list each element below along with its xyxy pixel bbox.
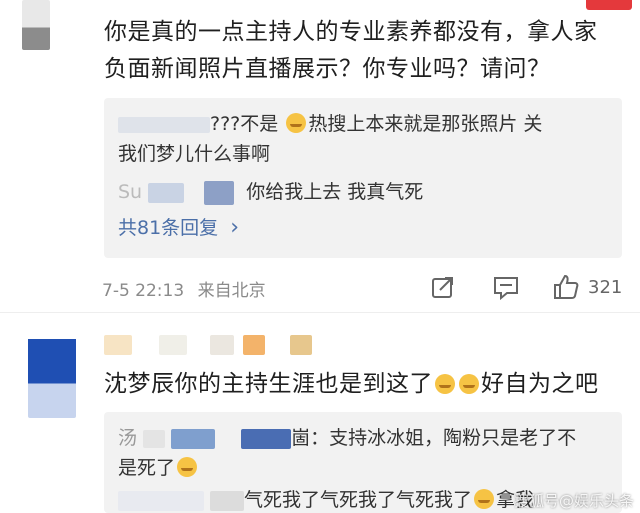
reply-1-continued: 是死了	[118, 454, 199, 482]
watermark: 搜狐号@娱乐头条	[513, 492, 634, 510]
reply-2[interactable]: 气死我了气死我了气死我了 拿我	[118, 486, 534, 513]
comment-text-line-1: 你是真的一点主持人的专业素养都没有，拿人家	[104, 19, 598, 45]
like-button[interactable]: 321	[552, 273, 622, 301]
divider	[0, 312, 640, 313]
blurred-username	[148, 182, 185, 203]
reply-1[interactable]: ???不是 热搜上本来就是那张照片 关	[118, 110, 542, 138]
comment-icon	[494, 277, 518, 300]
share-icon	[432, 277, 453, 298]
emoji-icon	[286, 113, 307, 133]
laugh-cry-emoji-icon	[177, 457, 198, 477]
blurred-username	[210, 490, 245, 511]
comment-text: 你是真的一点主持人的专业素养都没有，拿人家 负面新闻照片直播展示？你专业吗？请问…	[104, 14, 634, 88]
blurred-username	[118, 490, 204, 511]
comment-date: 7-5 22:13	[102, 281, 185, 301]
grin-emoji-icon	[459, 374, 479, 394]
comment-meta: 7-5 22:13 来自北京	[102, 276, 266, 301]
comment-2: 沈梦辰你的主持生涯也是到这了 好自为之吧 汤 崮：支持冰冰姐，陶粉只是老了不 是死…	[0, 320, 640, 513]
reply-2[interactable]: Su 你给我上去 我真气死	[118, 178, 423, 206]
chevron-right-icon: ›	[230, 215, 240, 240]
avatar[interactable]	[28, 332, 76, 418]
blurred-username	[143, 429, 166, 448]
comment-text-line-2: 负面新闻照片直播展示？你专业吗？请问？	[104, 56, 551, 82]
avatar[interactable]	[22, 0, 50, 50]
reply-1-continued: 我们梦儿什么事啊	[118, 143, 271, 165]
comment-location: 来自北京	[197, 281, 266, 301]
blurred-username	[118, 116, 210, 133]
blurred-username	[241, 428, 292, 449]
view-replies-link[interactable]: 共81条回复 ›	[118, 214, 239, 242]
blurred-username	[204, 180, 235, 205]
blurred-username	[171, 428, 216, 449]
comment-1: 你是真的一点主持人的专业素养都没有，拿人家 负面新闻照片直播展示？你专业吗？请问…	[0, 0, 640, 310]
reply-box[interactable]: ???不是 热搜上本来就是那张照片 关 我们梦儿什么事啊 Su 你给我上去 我真…	[104, 98, 622, 258]
like-count: 321	[588, 276, 623, 298]
blurred-username	[104, 334, 314, 356]
comment-button[interactable]	[492, 274, 520, 300]
grin-emoji-icon	[435, 374, 455, 394]
comment-text: 沈梦辰你的主持生涯也是到这了 好自为之吧	[104, 371, 599, 397]
share-button[interactable]	[430, 274, 456, 300]
thumbs-up-icon	[554, 274, 579, 299]
reply-1[interactable]: 汤 崮：支持冰冰姐，陶粉只是老了不	[118, 424, 576, 452]
crying-emoji-icon	[474, 489, 495, 509]
